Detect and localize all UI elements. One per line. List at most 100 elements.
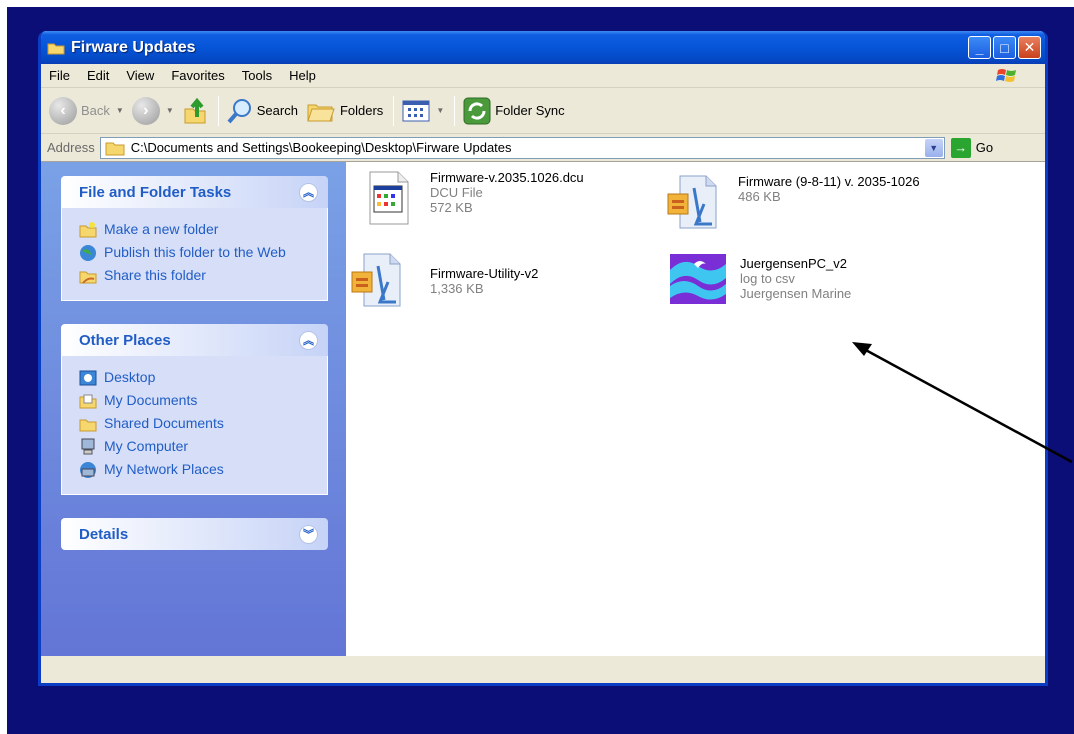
file-type: DCU File: [430, 185, 483, 200]
folders-button[interactable]: Folders: [306, 99, 383, 123]
folders-icon: [307, 104, 335, 121]
panel-title: File and Folder Tasks: [79, 183, 232, 201]
file-item[interactable]: JuergensenPC_v2 log to csv Juergensen Ma…: [668, 250, 851, 306]
menu-file[interactable]: File: [49, 68, 70, 83]
folder-icon: [47, 41, 65, 55]
panel-title: Details: [79, 525, 129, 543]
task-label: Make a new folder: [104, 221, 219, 237]
menu-favorites[interactable]: Favorites: [171, 68, 224, 83]
zip-file-icon: [666, 174, 726, 230]
minimize-button[interactable]: _: [968, 36, 991, 59]
file-name: Firmware-Utility-v2: [430, 266, 539, 281]
globe-icon: [80, 245, 96, 261]
place-my-documents[interactable]: My Documents: [79, 392, 317, 410]
maximize-button[interactable]: □: [993, 36, 1016, 59]
panel-title: Other Places: [79, 331, 171, 349]
place-my-computer[interactable]: My Computer: [79, 438, 317, 456]
file-item[interactable]: Firmware-Utility-v2 1,336 KB: [350, 252, 538, 308]
dcu-file-icon: [358, 170, 418, 226]
file-item[interactable]: Firmware (9-8-11) v. 2035-1026 486 KB: [666, 174, 920, 230]
title-bar[interactable]: Firware Updates _ □ ✕: [41, 31, 1045, 64]
place-label: My Computer: [104, 438, 189, 454]
address-bar: Address C:\Documents and Settings\Bookee…: [41, 134, 1045, 162]
place-shared-documents[interactable]: Shared Documents: [79, 415, 317, 433]
file-name: Firmware (9-8-11) v. 2035-1026: [738, 174, 920, 189]
search-icon: [227, 98, 251, 123]
task-pane: File and Folder Tasks ︽ Make a new folde…: [41, 162, 346, 656]
file-size: 572 KB: [430, 200, 473, 215]
back-arrow-icon: ‹: [49, 96, 77, 125]
menu-bar: File Edit View Favorites Tools Help: [41, 64, 1045, 88]
up-folder-button[interactable]: [182, 97, 208, 125]
file-company: Juergensen Marine: [740, 286, 852, 301]
chevron-down-icon: ▼: [165, 106, 174, 115]
address-path: C:\Documents and Settings\Bookeeping\Des…: [130, 140, 512, 155]
task-make-new-folder[interactable]: Make a new folder: [79, 221, 317, 239]
menu-tools[interactable]: Tools: [242, 68, 272, 83]
panel-header[interactable]: File and Folder Tasks ︽: [61, 176, 328, 208]
close-button[interactable]: ✕: [1018, 36, 1041, 59]
place-label: Desktop: [104, 369, 156, 385]
menu-help[interactable]: Help: [289, 68, 316, 83]
back-label: Back: [81, 103, 110, 118]
chevron-down-icon[interactable]: ▼: [924, 138, 943, 157]
window-title: Firware Updates: [71, 38, 196, 56]
search-button[interactable]: Search: [227, 98, 298, 124]
file-size: 1,336 KB: [430, 281, 484, 296]
file-folder-tasks-panel: File and Folder Tasks ︽ Make a new folde…: [61, 176, 328, 301]
share-folder-icon: [79, 271, 97, 284]
go-arrow-icon: →: [950, 137, 971, 158]
place-my-network-places[interactable]: My Network Places: [79, 461, 317, 479]
task-label: Publish this folder to the Web: [104, 244, 286, 260]
collapse-icon[interactable]: ︽: [299, 330, 318, 350]
back-button[interactable]: ‹ Back ▼: [49, 96, 124, 125]
task-label: Share this folder: [104, 267, 206, 283]
toolbar-separator: [454, 95, 456, 126]
go-label: Go: [975, 140, 994, 155]
folder-sync-icon: [463, 97, 491, 124]
shared-folder-icon: [79, 419, 97, 432]
windows-logo-icon: [996, 66, 1018, 86]
desktop-icon: [79, 370, 97, 386]
file-description: log to csv: [740, 271, 795, 286]
network-icon: [80, 462, 96, 478]
forward-button[interactable]: › ▼: [131, 96, 174, 125]
chevron-down-icon: ▼: [115, 106, 124, 115]
wave-app-icon: [668, 250, 728, 306]
views-button[interactable]: ▼: [402, 99, 444, 123]
place-label: My Network Places: [104, 461, 224, 477]
up-folder-icon: [184, 97, 206, 123]
views-icon: [402, 100, 430, 121]
new-folder-icon: [79, 222, 97, 238]
details-panel: Details ︾: [61, 518, 328, 550]
computer-icon: [81, 438, 95, 455]
place-desktop[interactable]: Desktop: [79, 369, 317, 387]
place-label: Shared Documents: [104, 415, 224, 431]
my-documents-icon: [79, 394, 97, 409]
folder-sync-label: Folder Sync: [495, 103, 565, 118]
folders-label: Folders: [339, 103, 384, 118]
search-label: Search: [256, 103, 298, 118]
panel-header[interactable]: Other Places ︽: [61, 324, 328, 356]
chevron-down-icon: ▼: [436, 106, 445, 115]
address-label: Address: [47, 140, 95, 155]
file-item[interactable]: Firmware-v.2035.1026.dcu DCU File 572 KB: [358, 170, 584, 226]
expand-icon[interactable]: ︾: [299, 524, 318, 544]
folder-sync-button[interactable]: Folder Sync: [463, 97, 565, 125]
menu-edit[interactable]: Edit: [87, 68, 109, 83]
other-places-panel: Other Places ︽ Desktop My Documents Shar…: [61, 324, 328, 495]
toolbar: ‹ Back ▼ › ▼ Search Folders ▼ Folder Syn…: [41, 88, 1045, 134]
folder-icon: [105, 142, 125, 155]
forward-arrow-icon: ›: [131, 96, 160, 125]
task-publish-folder[interactable]: Publish this folder to the Web: [79, 244, 317, 262]
file-name: JuergensenPC_v2: [740, 256, 847, 271]
go-button[interactable]: → Go: [950, 137, 994, 158]
collapse-icon[interactable]: ︽: [299, 182, 318, 202]
task-share-folder[interactable]: Share this folder: [79, 267, 317, 285]
menu-view[interactable]: View: [126, 68, 154, 83]
panel-header[interactable]: Details ︾: [61, 518, 328, 550]
place-label: My Documents: [104, 392, 198, 408]
file-size: 486 KB: [738, 189, 781, 204]
address-input[interactable]: C:\Documents and Settings\Bookeeping\Des…: [99, 136, 945, 159]
explorer-window: Firware Updates _ □ ✕ File Edit View Fav…: [38, 31, 1048, 686]
